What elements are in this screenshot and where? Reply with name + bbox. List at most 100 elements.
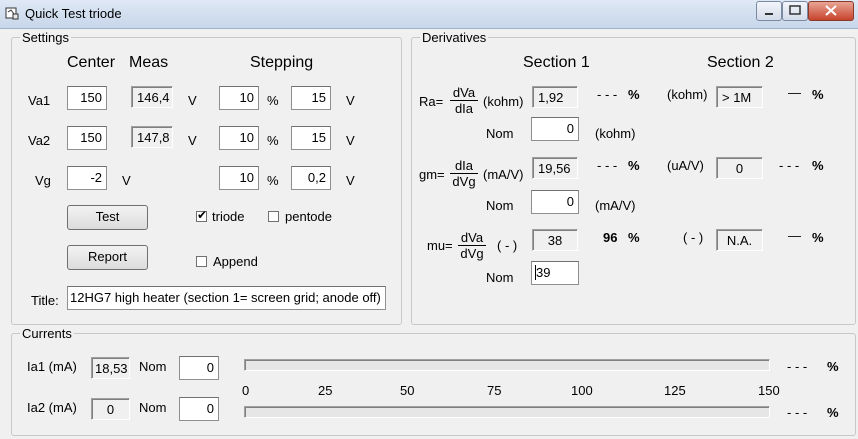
pentode-label: pentode [285,209,332,224]
mu-value2: N.A. [716,229,763,251]
title-input[interactable]: 12HG7 high heater (section 1= screen gri… [67,286,386,310]
close-button[interactable] [808,1,854,21]
va2-unit: V [188,133,197,148]
gm-denominator: dVg [452,174,476,189]
va1-pct-unit: % [267,93,279,108]
scale-tick: 25 [318,383,333,398]
derivatives-group-title: Derivatives [420,30,489,45]
va2-step-v-input[interactable]: 15 [291,126,331,150]
maximize-button[interactable] [782,1,808,21]
append-label: Append [213,254,258,269]
mu-fraction: dVa dVg [458,230,486,261]
pentode-checkbox[interactable] [268,211,279,222]
ra-value2: > 1M [716,86,763,108]
gm-deviation: - - - [597,158,618,173]
window-title: Quick Test triode [25,6,122,21]
mu-nom-label: Nom [486,270,514,285]
stepping-header: Stepping [250,54,314,71]
va2-meas-value: 147,8 [131,126,173,148]
app-icon [5,7,19,20]
gm-nom-unit: (mA/V) [595,198,636,213]
title-bar: Quick Test triode [0,0,858,29]
triode-checkbox[interactable]: ✔ [196,208,208,222]
ra-deviation: - - - [597,87,618,102]
mu-value: 38 [532,229,578,251]
test-button[interactable]: Test [67,205,148,230]
ra-numerator: dVa [450,85,478,101]
minimize-button[interactable] [756,1,782,21]
vg-center-input[interactable]: -2 [67,166,107,190]
ra-pct: % [628,87,640,102]
currents-group: Currents [11,326,856,436]
va2-center-input[interactable]: 150 [67,126,107,150]
report-button[interactable]: Report [67,245,148,270]
mu-pct: % [628,230,640,245]
va1-unit: V [188,93,197,108]
ia2-nom-input[interactable]: 0 [179,397,219,421]
title-label: Title: [31,293,59,308]
gm-pct2: % [812,158,824,173]
gm-nom-label: Nom [486,198,514,213]
mu-unit2: ( - ) [683,230,704,245]
gm-deviation2: - - - [779,158,800,173]
minimize-icon [765,13,773,15]
ra-unit2: (kohm) [667,87,708,102]
settings-group-title: Settings [20,30,71,45]
gm-prefix: gm= [419,167,445,182]
scale-tick: 0 [242,383,250,398]
ra-prefix: Ra= [419,94,444,109]
ia1-label: Ia1 (mA) [27,359,77,374]
va2-label: Va2 [28,133,51,148]
gm-numerator: dIa [450,158,478,174]
ra-fraction: dVa dIa [450,85,478,116]
mu-prefix: mu= [427,238,453,253]
ra-nom-input[interactable]: 0 [531,117,579,141]
va1-meas-value: 146,4 [131,86,173,108]
mu-unit: ( - ) [497,238,518,253]
check-icon: ✔ [197,208,208,222]
ra-nom-label: Nom [486,126,514,141]
ia2-pct: % [827,405,839,420]
ia1-deviation: - - - [787,359,808,374]
va1-step-unit: V [346,93,355,108]
mu-deviation2: — [788,228,801,243]
ia2-label: Ia2 (mA) [27,400,77,415]
gm-unit2: (uA/V) [667,158,704,173]
ra-denominator: dIa [454,101,474,116]
scale-tick: 50 [400,383,415,398]
ia1-nom-label: Nom [139,359,167,374]
ra-pct2: % [812,87,824,102]
va1-step-v-input[interactable]: 15 [291,86,331,110]
gm-fraction: dIa dVg [450,158,478,189]
scale-tick: 100 [571,383,593,398]
ia2-progress-bar [244,406,770,418]
gm-value: 19,56 [532,157,578,179]
ia2-deviation: - - - [787,405,808,420]
ia2-nom-label: Nom [139,400,167,415]
mu-numerator: dVa [458,230,486,246]
ra-deviation2: — [788,85,801,100]
va2-step-pct-input[interactable]: 10 [219,126,259,150]
scale-tick: 75 [487,383,502,398]
va2-pct-unit: % [267,133,279,148]
ra-nom-unit: (kohm) [595,126,636,141]
va1-label: Va1 [28,93,51,108]
gm-value2: 0 [716,157,763,179]
append-checkbox[interactable] [196,256,207,267]
mu-deviation: 96 [603,230,618,245]
close-icon [825,5,837,16]
mu-pct2: % [812,230,824,245]
vg-unit: V [122,173,131,188]
mu-nom-input[interactable]: 39 [531,261,579,285]
mu-denominator: dVg [460,246,484,261]
vg-step-v-input[interactable]: 0,2 [291,166,331,190]
gm-unit: (mA/V) [483,167,524,182]
gm-nom-input[interactable]: 0 [531,190,579,214]
va1-step-pct-input[interactable]: 10 [219,86,259,110]
va1-center-input[interactable]: 150 [67,86,107,110]
scale-tick: 125 [664,383,686,398]
vg-step-pct-input[interactable]: 10 [219,166,259,190]
ia1-pct: % [827,359,839,374]
ra-unit: (kohm) [483,94,524,109]
ia1-nom-input[interactable]: 0 [179,356,219,380]
